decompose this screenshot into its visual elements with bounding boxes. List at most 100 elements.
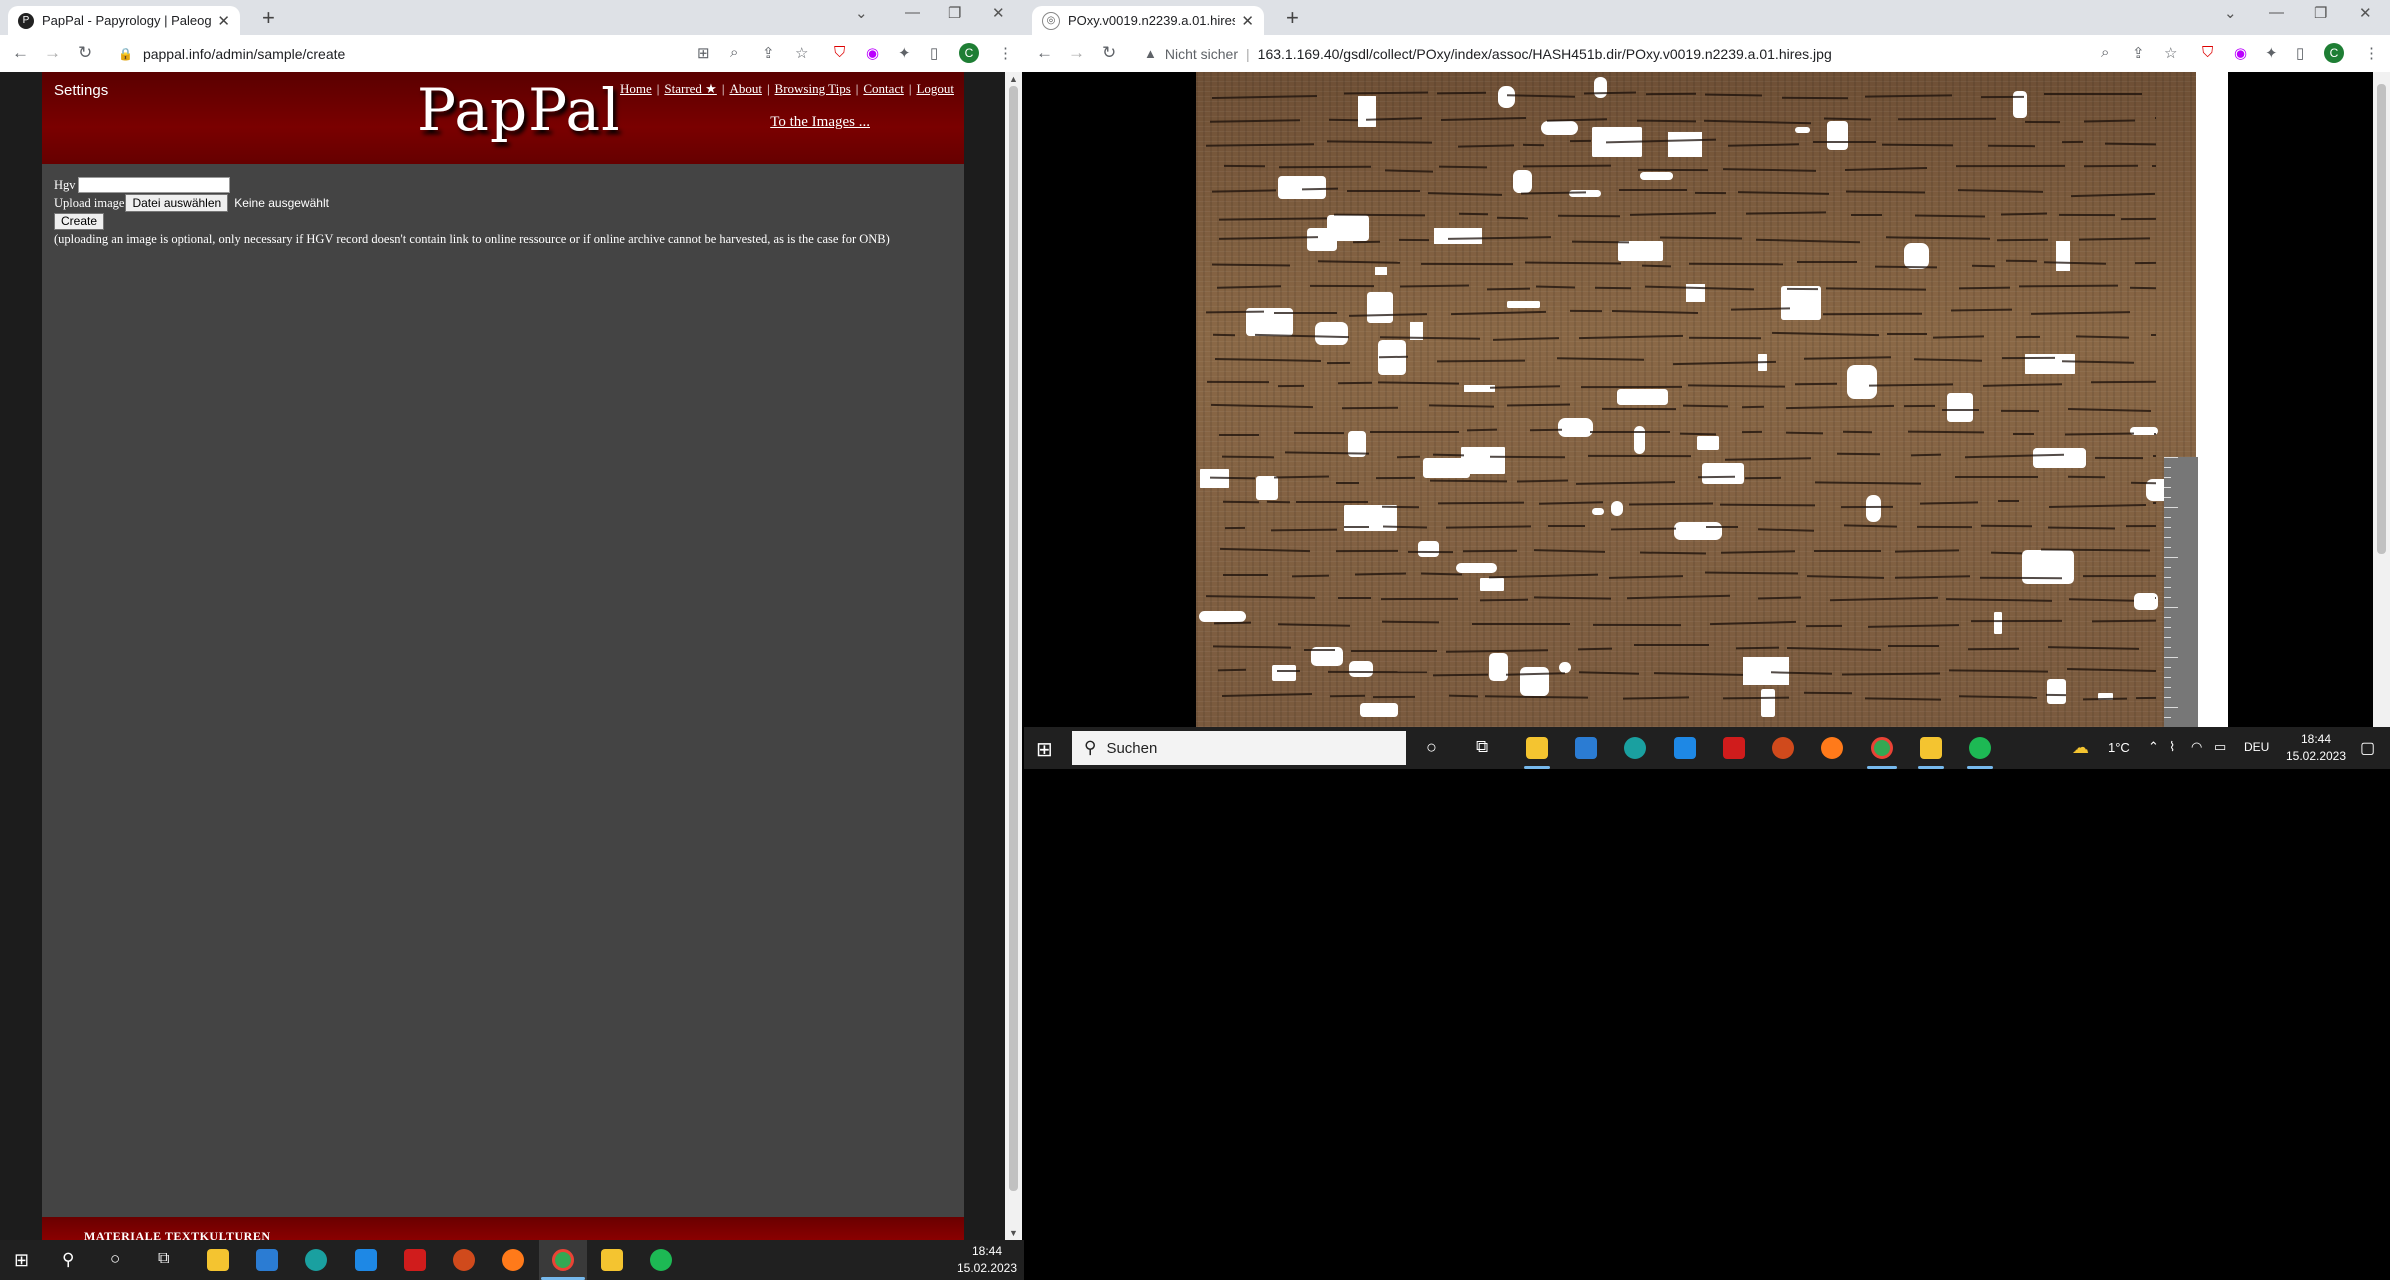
tab-search-icon[interactable]: ⌄ (2224, 4, 2237, 22)
forward-icon[interactable]: → (1068, 43, 1085, 63)
papyrus-image[interactable] (1196, 72, 2196, 727)
store-icon[interactable] (1575, 737, 1597, 759)
file-explorer-icon[interactable] (207, 1249, 229, 1271)
close-window-icon[interactable]: ✕ (2359, 4, 2372, 22)
reload-icon[interactable]: ↻ (1102, 43, 1116, 63)
page-scrollbar[interactable]: ▲ ▼ (1005, 72, 1022, 1240)
address-bar[interactable]: 🔒 pappal.info/admin/sample/create (118, 41, 345, 66)
share-icon[interactable]: ⇪ (2132, 44, 2145, 62)
task-view-icon[interactable]: ⧉ (158, 1250, 169, 1268)
bookmark-star-icon[interactable]: ☆ (2164, 44, 2177, 62)
script-stroke (1757, 528, 1814, 532)
back-icon[interactable]: ← (12, 43, 29, 63)
acrobat-icon[interactable] (404, 1249, 426, 1271)
profile-avatar[interactable]: C (959, 43, 979, 63)
cortana-icon[interactable]: ○ (1426, 737, 1437, 758)
bookmark-star-icon[interactable]: ☆ (795, 44, 808, 62)
profile-avatar[interactable]: C (2324, 43, 2344, 63)
zoom-icon[interactable]: ⌕ (730, 44, 738, 61)
powerpoint-icon[interactable] (1772, 737, 1794, 759)
notes-icon[interactable] (601, 1249, 623, 1271)
address-bar[interactable]: ▲ Nicht sicher | 163.1.169.40/gsdl/colle… (1144, 41, 1832, 66)
menu-icon[interactable]: ⋮ (998, 44, 1013, 62)
weather-icon[interactable]: ☁ (2072, 738, 2089, 758)
mail-icon[interactable] (355, 1249, 377, 1271)
nav-starred[interactable]: Starred ★ (664, 81, 716, 96)
task-view-icon[interactable]: ⧉ (1476, 737, 1488, 757)
extension-purple-icon[interactable]: ◉ (866, 44, 879, 62)
store-icon[interactable] (256, 1249, 278, 1271)
new-tab-icon[interactable]: + (262, 7, 275, 29)
taskbar-search[interactable]: ⚲ Suchen (1072, 731, 1406, 765)
search-icon[interactable]: ⚲ (62, 1250, 74, 1270)
spotify-icon[interactable] (650, 1249, 672, 1271)
wifi-icon[interactable]: ◠ (2191, 739, 2202, 755)
network-icon[interactable]: ⌇ (2169, 739, 2175, 755)
close-window-icon[interactable]: ✕ (992, 4, 1005, 22)
chrome-icon[interactable] (552, 1249, 574, 1271)
cortana-icon[interactable]: ○ (110, 1249, 120, 1269)
nav-logout[interactable]: Logout (916, 81, 954, 96)
new-tab-icon[interactable]: + (1286, 7, 1299, 29)
extension-red-icon[interactable]: ⛉ (2202, 44, 2213, 61)
zoom-icon[interactable]: ⌕ (2101, 44, 2109, 61)
nav-about[interactable]: About (729, 81, 762, 96)
spotify-icon[interactable] (1969, 737, 1991, 759)
nav-home[interactable]: Home (620, 81, 652, 96)
tab-pappal[interactable]: P PapPal - Papyrology | Paleograph ✕ (8, 6, 240, 35)
tab-image[interactable]: ◎ POxy.v0019.n2239.a.01.hires.jpg ✕ (1032, 6, 1264, 35)
tray-chevron-icon[interactable]: ⌃ (2148, 739, 2159, 755)
acrobat-icon[interactable] (1723, 737, 1745, 759)
menu-icon[interactable]: ⋮ (2364, 44, 2379, 62)
start-icon[interactable]: ⊞ (1036, 737, 1053, 762)
back-icon[interactable]: ← (1036, 43, 1053, 63)
sidebar-icon[interactable]: ▯ (930, 44, 938, 62)
extension-purple-icon[interactable]: ◉ (2234, 44, 2247, 62)
weather-text[interactable]: 1°C (2108, 740, 2130, 755)
sidebar-icon[interactable]: ▯ (2296, 44, 2304, 62)
site-logo[interactable]: PapPal (417, 76, 621, 144)
close-tab-icon[interactable]: ✕ (1241, 12, 1254, 30)
scroll-down-icon[interactable]: ▼ (1009, 1228, 1018, 1238)
extensions-puzzle-icon[interactable]: ✦ (2265, 44, 2278, 62)
hgv-input[interactable] (77, 177, 230, 193)
notes-icon[interactable] (1920, 737, 1942, 759)
script-stroke (1758, 596, 1802, 600)
firefox-icon[interactable] (502, 1249, 524, 1271)
nav-browsing-tips[interactable]: Browsing Tips (775, 81, 851, 96)
battery-icon[interactable]: ▭ (2214, 739, 2226, 755)
share-icon[interactable]: ⇪ (762, 44, 775, 62)
reload-icon[interactable]: ↻ (78, 43, 92, 63)
close-tab-icon[interactable]: ✕ (217, 12, 230, 30)
notifications-icon[interactable]: ▢ (2360, 738, 2375, 758)
extensions-puzzle-icon[interactable]: ✦ (898, 44, 911, 62)
firefox-icon[interactable] (1821, 737, 1843, 759)
scroll-thumb[interactable] (1009, 86, 1018, 1191)
mail-icon[interactable] (1674, 737, 1696, 759)
restore-icon[interactable]: ❐ (948, 4, 961, 22)
scroll-up-icon[interactable]: ▲ (1009, 74, 1018, 84)
nav-contact[interactable]: Contact (863, 81, 903, 96)
powerpoint-icon[interactable] (453, 1249, 475, 1271)
minimize-icon[interactable]: — (905, 4, 920, 21)
right-clock[interactable]: 18:44 15.02.2023 (2284, 731, 2348, 765)
forward-icon[interactable]: → (44, 43, 61, 63)
extension-red-icon[interactable]: ⛉ (834, 44, 845, 61)
to-images-link[interactable]: To the Images ... (770, 114, 870, 131)
file-explorer-icon[interactable] (1526, 737, 1548, 759)
chrome-icon[interactable] (1871, 737, 1893, 759)
scroll-thumb[interactable] (2377, 84, 2386, 554)
tab-search-icon[interactable]: ⌄ (855, 4, 868, 22)
start-icon[interactable]: ⊞ (14, 1250, 29, 1271)
translate-icon[interactable]: ⊞ (697, 44, 710, 62)
left-clock[interactable]: 18:44 15.02.2023 (955, 1243, 1019, 1277)
minimize-icon[interactable]: — (2269, 4, 2284, 21)
language-indicator[interactable]: DEU (2244, 740, 2269, 754)
edge-icon[interactable] (1624, 737, 1646, 759)
create-button[interactable]: Create (54, 212, 105, 230)
image-scrollbar[interactable] (2373, 72, 2390, 727)
settings-link[interactable]: Settings (54, 82, 108, 99)
restore-icon[interactable]: ❐ (2314, 4, 2327, 22)
choose-file-button[interactable]: Datei auswählen (125, 194, 229, 212)
edge-icon[interactable] (305, 1249, 327, 1271)
